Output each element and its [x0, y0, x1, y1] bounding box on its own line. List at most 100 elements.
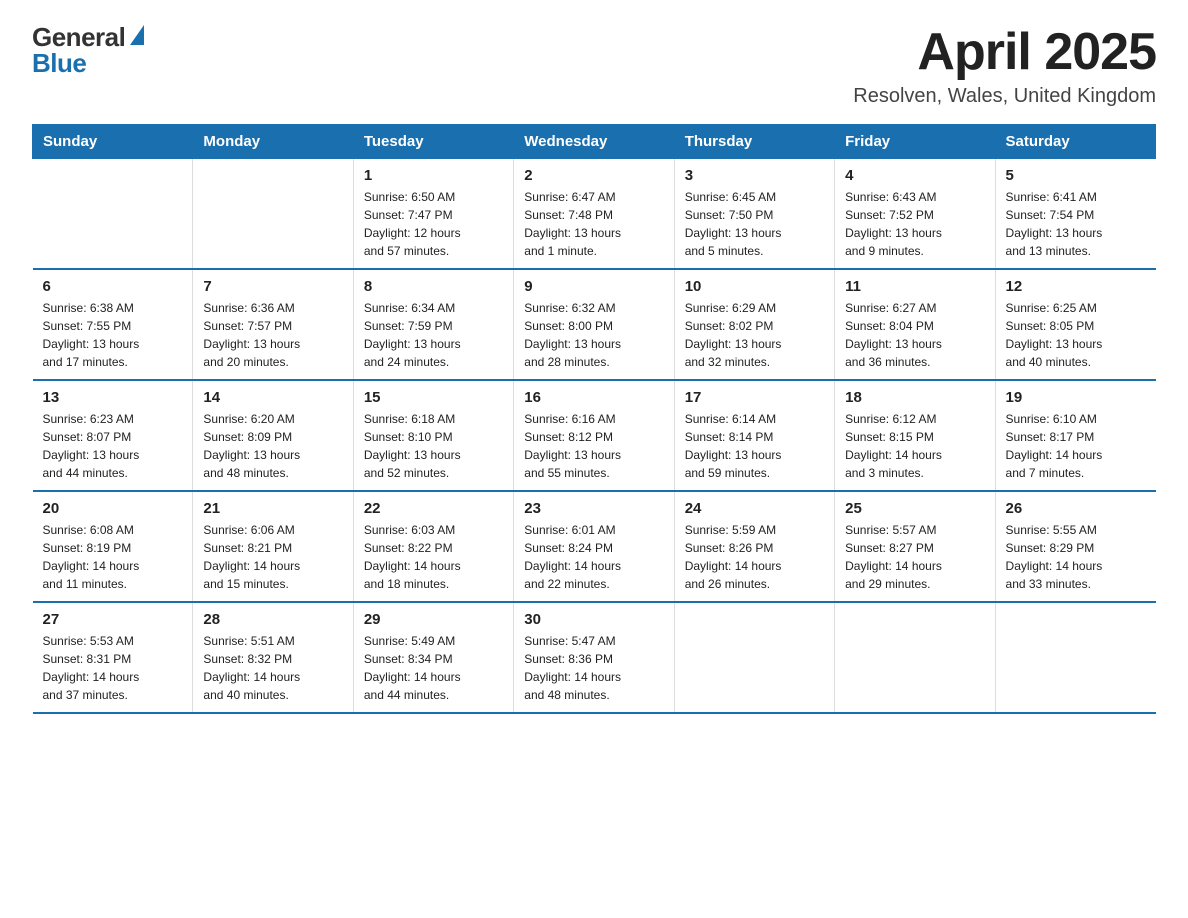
calendar-cell: 13 Sunrise: 6:23 AM Sunset: 8:07 PM Dayli…	[33, 380, 193, 491]
day-number: 9	[524, 278, 663, 295]
day-number: 26	[1006, 500, 1146, 517]
day-number: 27	[43, 611, 183, 628]
day-info: Sunrise: 6:41 AM Sunset: 7:54 PM Dayligh…	[1006, 188, 1146, 260]
day-number: 23	[524, 500, 663, 517]
logo-blue-text: Blue	[32, 50, 86, 76]
day-info: Sunrise: 5:49 AM Sunset: 8:34 PM Dayligh…	[364, 632, 503, 704]
weekday-header-thursday: Thursday	[674, 125, 834, 159]
day-info: Sunrise: 5:57 AM Sunset: 8:27 PM Dayligh…	[845, 521, 984, 593]
calendar-cell: 29Sunrise: 5:49 AM Sunset: 8:34 PM Dayli…	[353, 602, 513, 713]
day-info: Sunrise: 6:50 AM Sunset: 7:47 PM Dayligh…	[364, 188, 503, 260]
day-number: 3	[685, 167, 824, 184]
day-info: Sunrise: 6:08 AM Sunset: 8:19 PM Dayligh…	[43, 521, 183, 593]
calendar-cell: 16 Sunrise: 6:16 AM Sunset: 8:12 PM Dayli…	[514, 380, 674, 491]
day-info: Sunrise: 6:23 AM Sunset: 8:07 PM Dayligh…	[43, 410, 183, 482]
day-number: 25	[845, 500, 984, 517]
day-number: 10	[685, 278, 824, 295]
calendar-cell: 14 Sunrise: 6:20 AM Sunset: 8:09 PM Dayli…	[193, 380, 353, 491]
calendar-week-row: 27Sunrise: 5:53 AM Sunset: 8:31 PM Dayli…	[33, 602, 1156, 713]
calendar-header: SundayMondayTuesdayWednesdayThursdayFrid…	[33, 125, 1156, 159]
calendar-cell: 26 Sunrise: 5:55 AM Sunset: 8:29 PM Dayli…	[995, 491, 1155, 602]
calendar-week-row: 13 Sunrise: 6:23 AM Sunset: 8:07 PM Dayli…	[33, 380, 1156, 491]
day-number: 24	[685, 500, 824, 517]
calendar-cell: 10 Sunrise: 6:29 AM Sunset: 8:02 PM Dayli…	[674, 269, 834, 380]
weekday-header-tuesday: Tuesday	[353, 125, 513, 159]
calendar-cell: 11 Sunrise: 6:27 AM Sunset: 8:04 PM Dayli…	[835, 269, 995, 380]
day-number: 19	[1006, 389, 1146, 406]
day-number: 6	[43, 278, 183, 295]
calendar-cell	[674, 602, 834, 713]
calendar-body: 1Sunrise: 6:50 AM Sunset: 7:47 PM Daylig…	[33, 159, 1156, 714]
calendar-cell: 4Sunrise: 6:43 AM Sunset: 7:52 PM Daylig…	[835, 159, 995, 270]
day-info: Sunrise: 6:25 AM Sunset: 8:05 PM Dayligh…	[1006, 299, 1146, 371]
location-subtitle: Resolven, Wales, United Kingdom	[853, 85, 1156, 108]
day-info: Sunrise: 6:34 AM Sunset: 7:59 PM Dayligh…	[364, 299, 503, 371]
day-info: Sunrise: 5:59 AM Sunset: 8:26 PM Dayligh…	[685, 521, 824, 593]
day-info: Sunrise: 6:20 AM Sunset: 8:09 PM Dayligh…	[203, 410, 342, 482]
day-info: Sunrise: 5:51 AM Sunset: 8:32 PM Dayligh…	[203, 632, 342, 704]
calendar-cell: 27Sunrise: 5:53 AM Sunset: 8:31 PM Dayli…	[33, 602, 193, 713]
calendar-week-row: 6Sunrise: 6:38 AM Sunset: 7:55 PM Daylig…	[33, 269, 1156, 380]
weekday-header-sunday: Sunday	[33, 125, 193, 159]
calendar-cell: 21Sunrise: 6:06 AM Sunset: 8:21 PM Dayli…	[193, 491, 353, 602]
weekday-header-wednesday: Wednesday	[514, 125, 674, 159]
calendar-cell: 3 Sunrise: 6:45 AM Sunset: 7:50 PM Daylig…	[674, 159, 834, 270]
day-info: Sunrise: 6:16 AM Sunset: 8:12 PM Dayligh…	[524, 410, 663, 482]
day-info: Sunrise: 6:14 AM Sunset: 8:14 PM Dayligh…	[685, 410, 824, 482]
day-info: Sunrise: 5:47 AM Sunset: 8:36 PM Dayligh…	[524, 632, 663, 704]
day-number: 20	[43, 500, 183, 517]
day-info: Sunrise: 6:36 AM Sunset: 7:57 PM Dayligh…	[203, 299, 342, 371]
month-title: April 2025	[853, 24, 1156, 81]
day-info: Sunrise: 6:18 AM Sunset: 8:10 PM Dayligh…	[364, 410, 503, 482]
day-number: 17	[685, 389, 824, 406]
calendar-cell	[995, 602, 1155, 713]
day-number: 11	[845, 278, 984, 295]
calendar-cell: 6Sunrise: 6:38 AM Sunset: 7:55 PM Daylig…	[33, 269, 193, 380]
calendar-cell: 12 Sunrise: 6:25 AM Sunset: 8:05 PM Dayli…	[995, 269, 1155, 380]
day-info: Sunrise: 6:01 AM Sunset: 8:24 PM Dayligh…	[524, 521, 663, 593]
day-info: Sunrise: 6:45 AM Sunset: 7:50 PM Dayligh…	[685, 188, 824, 260]
calendar-week-row: 20 Sunrise: 6:08 AM Sunset: 8:19 PM Dayli…	[33, 491, 1156, 602]
day-number: 16	[524, 389, 663, 406]
day-number: 8	[364, 278, 503, 295]
calendar-cell: 20 Sunrise: 6:08 AM Sunset: 8:19 PM Dayli…	[33, 491, 193, 602]
day-number: 15	[364, 389, 503, 406]
day-number: 5	[1006, 167, 1146, 184]
calendar-cell: 18 Sunrise: 6:12 AM Sunset: 8:15 PM Dayli…	[835, 380, 995, 491]
day-number: 28	[203, 611, 342, 628]
day-number: 14	[203, 389, 342, 406]
calendar-cell: 28 Sunrise: 5:51 AM Sunset: 8:32 PM Dayli…	[193, 602, 353, 713]
day-info: Sunrise: 6:03 AM Sunset: 8:22 PM Dayligh…	[364, 521, 503, 593]
day-info: Sunrise: 5:55 AM Sunset: 8:29 PM Dayligh…	[1006, 521, 1146, 593]
day-info: Sunrise: 6:12 AM Sunset: 8:15 PM Dayligh…	[845, 410, 984, 482]
calendar-cell: 1Sunrise: 6:50 AM Sunset: 7:47 PM Daylig…	[353, 159, 513, 270]
calendar-cell: 23 Sunrise: 6:01 AM Sunset: 8:24 PM Dayli…	[514, 491, 674, 602]
calendar-cell	[835, 602, 995, 713]
calendar-cell: 7 Sunrise: 6:36 AM Sunset: 7:57 PM Daylig…	[193, 269, 353, 380]
calendar-cell: 17 Sunrise: 6:14 AM Sunset: 8:14 PM Dayli…	[674, 380, 834, 491]
day-info: Sunrise: 6:10 AM Sunset: 8:17 PM Dayligh…	[1006, 410, 1146, 482]
calendar-cell: 2Sunrise: 6:47 AM Sunset: 7:48 PM Daylig…	[514, 159, 674, 270]
day-number: 7	[203, 278, 342, 295]
day-number: 2	[524, 167, 663, 184]
day-info: Sunrise: 6:27 AM Sunset: 8:04 PM Dayligh…	[845, 299, 984, 371]
calendar-week-row: 1Sunrise: 6:50 AM Sunset: 7:47 PM Daylig…	[33, 159, 1156, 270]
calendar-cell: 30 Sunrise: 5:47 AM Sunset: 8:36 PM Dayli…	[514, 602, 674, 713]
weekday-header-saturday: Saturday	[995, 125, 1155, 159]
weekday-header-row: SundayMondayTuesdayWednesdayThursdayFrid…	[33, 125, 1156, 159]
day-number: 18	[845, 389, 984, 406]
calendar-cell: 9 Sunrise: 6:32 AM Sunset: 8:00 PM Daylig…	[514, 269, 674, 380]
calendar-cell: 15 Sunrise: 6:18 AM Sunset: 8:10 PM Dayli…	[353, 380, 513, 491]
day-info: Sunrise: 6:32 AM Sunset: 8:00 PM Dayligh…	[524, 299, 663, 371]
calendar-cell	[193, 159, 353, 270]
day-number: 12	[1006, 278, 1146, 295]
header: General Blue April 2025 Resolven, Wales,…	[32, 24, 1156, 108]
day-number: 30	[524, 611, 663, 628]
calendar-cell: 25 Sunrise: 5:57 AM Sunset: 8:27 PM Dayli…	[835, 491, 995, 602]
day-number: 13	[43, 389, 183, 406]
calendar-cell: 5 Sunrise: 6:41 AM Sunset: 7:54 PM Daylig…	[995, 159, 1155, 270]
day-number: 4	[845, 167, 984, 184]
calendar-cell: 8 Sunrise: 6:34 AM Sunset: 7:59 PM Daylig…	[353, 269, 513, 380]
day-info: Sunrise: 6:29 AM Sunset: 8:02 PM Dayligh…	[685, 299, 824, 371]
calendar-table: SundayMondayTuesdayWednesdayThursdayFrid…	[32, 124, 1156, 714]
